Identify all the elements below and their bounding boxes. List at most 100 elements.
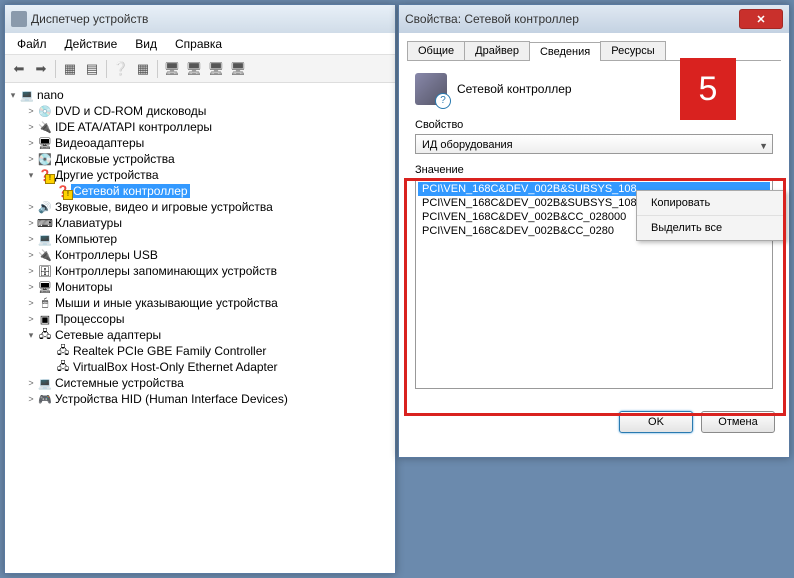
expand-icon[interactable]: >: [25, 314, 37, 324]
expand-icon[interactable]: >: [25, 202, 37, 212]
node-label[interactable]: Компьютер: [53, 232, 117, 246]
tree-node[interactable]: >🔊Звуковые, видео и игровые устройства: [7, 199, 393, 215]
tree-root[interactable]: nano: [35, 88, 64, 102]
tree-node[interactable]: ▾❓Другие устройства: [7, 167, 393, 183]
menubar: Файл Действие Вид Справка: [5, 33, 395, 55]
update-driver-icon[interactable]: 🖥: [162, 59, 182, 79]
node-label[interactable]: Клавиатуры: [53, 216, 122, 230]
expand-icon[interactable]: >: [25, 266, 37, 276]
tree-node[interactable]: >🎮Устройства HID (Human Interface Device…: [7, 391, 393, 407]
nav-fwd-icon[interactable]: ➡: [31, 59, 51, 79]
devmgr-titlebar: Диспетчер устройств: [5, 5, 395, 33]
expand-icon[interactable]: >: [25, 234, 37, 244]
device-tree[interactable]: ▾💻nano>💿DVD и CD-ROM дисководы>🔌IDE ATA/…: [5, 83, 395, 573]
uninstall-icon[interactable]: 🖥: [184, 59, 204, 79]
show-hide-icon[interactable]: ▦: [60, 59, 80, 79]
devmgr-icon: [11, 11, 27, 27]
tree-node[interactable]: >💿DVD и CD-ROM дисководы: [7, 103, 393, 119]
node-label[interactable]: Контроллеры USB: [53, 248, 158, 262]
node-icon: ❓: [55, 184, 71, 198]
tree-node[interactable]: 🖧VirtualBox Host-Only Ethernet Adapter: [7, 359, 393, 375]
properties-icon[interactable]: ▤: [82, 59, 102, 79]
expand-icon[interactable]: >: [25, 378, 37, 388]
tree-node[interactable]: >💻Системные устройства: [7, 375, 393, 391]
node-label[interactable]: Другие устройства: [53, 168, 159, 182]
menu-action[interactable]: Действие: [57, 35, 126, 53]
tree-node[interactable]: >🔌IDE ATA/ATAPI контроллеры: [7, 119, 393, 135]
node-icon: 🗄: [37, 264, 53, 278]
tree-node[interactable]: >🔌Контроллеры USB: [7, 247, 393, 263]
tab-3[interactable]: Ресурсы: [600, 41, 665, 60]
tab-2[interactable]: Сведения: [529, 42, 601, 61]
nav-back-icon[interactable]: ⬅: [9, 59, 29, 79]
node-label[interactable]: VirtualBox Host-Only Ethernet Adapter: [71, 360, 278, 374]
tree-node[interactable]: >💽Дисковые устройства: [7, 151, 393, 167]
close-button[interactable]: ✕: [739, 9, 783, 29]
ctx-copy[interactable]: Копировать: [637, 191, 785, 216]
expand-icon[interactable]: ▾: [25, 170, 37, 181]
expand-icon[interactable]: >: [25, 394, 37, 404]
tree-node[interactable]: >▣Процессоры: [7, 311, 393, 327]
expand-icon[interactable]: ▾: [25, 330, 37, 341]
device-icon: [415, 73, 447, 105]
node-icon: 💽: [37, 152, 53, 166]
scan-icon[interactable]: ▦: [133, 59, 153, 79]
node-icon: ⌨: [37, 216, 53, 230]
tree-node[interactable]: >🖥Видеоадаптеры: [7, 135, 393, 151]
node-icon: 🔌: [37, 120, 53, 134]
node-label[interactable]: Видеоадаптеры: [53, 136, 144, 150]
tab-1[interactable]: Драйвер: [464, 41, 530, 60]
node-label[interactable]: Контроллеры запоминающих устройств: [53, 264, 277, 278]
scan-hw-icon[interactable]: 🖥: [228, 59, 248, 79]
node-icon: 🔊: [37, 200, 53, 214]
node-label[interactable]: Сетевые адаптеры: [53, 328, 161, 342]
props-titlebar: Свойства: Сетевой контроллер ✕: [399, 5, 789, 33]
props-title: Свойства: Сетевой контроллер: [405, 12, 579, 26]
sep: [55, 60, 56, 78]
device-name: Сетевой контроллер: [457, 82, 572, 96]
ok-button[interactable]: OK: [619, 411, 693, 433]
tree-node[interactable]: >⌨Клавиатуры: [7, 215, 393, 231]
node-label[interactable]: Realtek PCIe GBE Family Controller: [71, 344, 266, 358]
node-label[interactable]: Мониторы: [53, 280, 112, 294]
expand-icon[interactable]: >: [25, 298, 37, 308]
tree-node[interactable]: >🗄Контроллеры запоминающих устройств: [7, 263, 393, 279]
devmgr-title: Диспетчер устройств: [31, 12, 148, 26]
expand-icon[interactable]: >: [25, 282, 37, 292]
help-icon[interactable]: ❔: [111, 59, 131, 79]
tree-node[interactable]: >💻Компьютер: [7, 231, 393, 247]
node-icon: 💻: [37, 376, 53, 390]
expand-icon[interactable]: >: [25, 122, 37, 132]
node-label[interactable]: Системные устройства: [53, 376, 184, 390]
node-label[interactable]: Звуковые, видео и игровые устройства: [53, 200, 273, 214]
node-label[interactable]: Мыши и иные указывающие устройства: [53, 296, 278, 310]
cancel-button[interactable]: Отмена: [701, 411, 775, 433]
tree-node[interactable]: ❓Сетевой контроллер: [7, 183, 393, 199]
expand-icon[interactable]: >: [25, 218, 37, 228]
menu-file[interactable]: Файл: [9, 35, 55, 53]
node-icon: ❓: [37, 168, 53, 182]
node-icon: ▣: [37, 312, 53, 326]
menu-help[interactable]: Справка: [167, 35, 230, 53]
disable-icon[interactable]: 🖥: [206, 59, 226, 79]
node-label[interactable]: Устройства HID (Human Interface Devices): [53, 392, 288, 406]
node-label[interactable]: Сетевой контроллер: [71, 184, 190, 198]
expand-icon[interactable]: >: [25, 106, 37, 116]
node-icon: 🖧: [55, 344, 71, 358]
tab-0[interactable]: Общие: [407, 41, 465, 60]
node-label[interactable]: Дисковые устройства: [53, 152, 175, 166]
node-label[interactable]: DVD и CD-ROM дисководы: [53, 104, 206, 118]
property-combo[interactable]: ИД оборудования: [415, 134, 773, 154]
expand-icon[interactable]: >: [25, 138, 37, 148]
node-label[interactable]: Процессоры: [53, 312, 125, 326]
menu-view[interactable]: Вид: [127, 35, 165, 53]
expand-icon[interactable]: >: [25, 250, 37, 260]
tree-node[interactable]: >🖥Мониторы: [7, 279, 393, 295]
expand-icon[interactable]: >: [25, 154, 37, 164]
sep: [157, 60, 158, 78]
node-label[interactable]: IDE ATA/ATAPI контроллеры: [53, 120, 212, 134]
node-icon: 💿: [37, 104, 53, 118]
tree-node[interactable]: >🖱Мыши и иные указывающие устройства: [7, 295, 393, 311]
ctx-select-all[interactable]: Выделить все: [637, 216, 785, 240]
node-icon: 🖱: [37, 296, 53, 310]
